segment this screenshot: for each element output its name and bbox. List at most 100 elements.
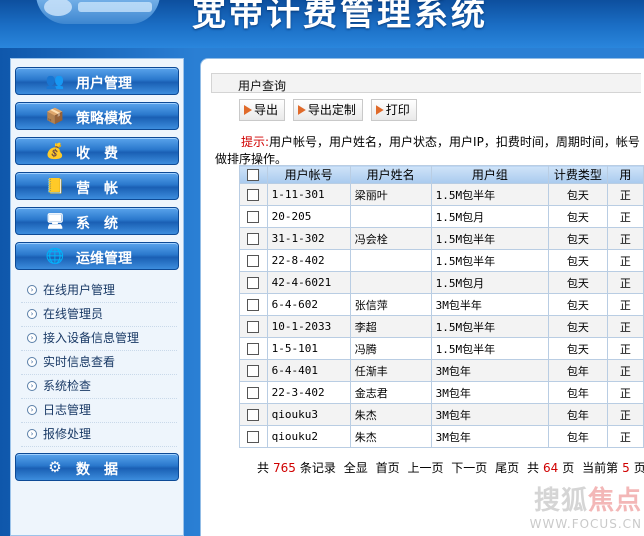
records-suffix: 条记录 bbox=[299, 461, 336, 475]
select-all-checkbox[interactable] bbox=[247, 169, 260, 181]
row-checkbox[interactable] bbox=[247, 387, 260, 399]
cell-account: qiouku2 bbox=[266, 425, 351, 448]
cell-name: 朱杰 bbox=[349, 425, 432, 448]
next-page-link[interactable]: 下一页 bbox=[451, 461, 487, 475]
prev-page-link[interactable]: 上一页 bbox=[407, 461, 443, 475]
select-all-header bbox=[239, 165, 268, 184]
menu-data[interactable]: ⚙ 数 据 bbox=[15, 453, 179, 481]
cell-account: qiouku3 bbox=[266, 403, 351, 426]
cell-billing: 包年 bbox=[548, 359, 608, 382]
menu-label: 营 帐 bbox=[76, 181, 118, 197]
table-row[interactable]: 22-8-402 1.5M包半年 包天正 bbox=[239, 249, 644, 272]
col-group[interactable]: 用户组 bbox=[430, 165, 550, 184]
export-button[interactable]: 导出 bbox=[239, 99, 286, 121]
table-row[interactable]: 1-5-101 冯腾 1.5M包半年 包天正 bbox=[239, 337, 644, 360]
total-pages: 64 bbox=[543, 461, 559, 475]
menu-policy-template[interactable]: 📦 策略模板 bbox=[15, 102, 179, 130]
cell-status: 正 bbox=[606, 337, 644, 360]
cell-group: 1.5M包月 bbox=[430, 205, 550, 228]
main-area: 用户查询 导出 导出定制 打印 提示:用户帐号，用户姓名，用户状态，用户IP，扣… bbox=[196, 48, 644, 536]
table-header-row: 用户帐号 用户姓名 用户组 计费类型 用 bbox=[239, 165, 644, 184]
col-account[interactable]: 用户帐号 bbox=[266, 165, 351, 184]
cell-name: 金志君 bbox=[349, 381, 432, 404]
cell-name: 冯会栓 bbox=[349, 227, 432, 250]
row-checkbox[interactable] bbox=[247, 431, 260, 443]
row-checkbox[interactable] bbox=[247, 189, 260, 201]
col-status[interactable]: 用 bbox=[606, 165, 644, 184]
title-bar: 用户查询 bbox=[211, 73, 641, 93]
table-row[interactable]: 22-3-402 金志君 3M包年 包年正 bbox=[239, 381, 644, 404]
cell-group: 1.5M包半年 bbox=[430, 337, 550, 360]
menu-label: 运维管理 bbox=[76, 251, 132, 267]
row-checkbox[interactable] bbox=[247, 277, 260, 289]
gear-icon: ⚙ bbox=[48, 458, 62, 476]
row-checkbox[interactable] bbox=[247, 321, 260, 333]
system-title: 宽带计费管理系统 bbox=[192, 0, 488, 34]
watermark: 搜狐焦点 WWW.FOCUS.CN bbox=[482, 480, 642, 531]
col-billing-type[interactable]: 计费类型 bbox=[548, 165, 608, 184]
table-row[interactable]: qiouku2 朱杰 3M包年 包年正 bbox=[239, 425, 644, 448]
row-checkbox-cell bbox=[239, 227, 268, 250]
menu-user-management[interactable]: 👥 用户管理 bbox=[15, 67, 179, 95]
table-row[interactable]: 20-205 1.5M包月 包天正 bbox=[239, 205, 644, 228]
submenu-online-users[interactable]: › 在线用户管理 bbox=[21, 279, 177, 303]
last-page-link[interactable]: 尾页 bbox=[495, 461, 519, 475]
row-checkbox[interactable] bbox=[247, 255, 260, 267]
table-row[interactable]: 10-1-2033 李超 1.5M包半年 包天正 bbox=[239, 315, 644, 338]
menu-system[interactable]: 🖥 系 统 bbox=[15, 207, 179, 235]
row-checkbox-cell bbox=[239, 205, 268, 228]
cell-billing: 包年 bbox=[548, 381, 608, 404]
show-all-link[interactable]: 全显 bbox=[344, 461, 368, 475]
export-custom-button[interactable]: 导出定制 bbox=[292, 99, 363, 121]
arrow-bullet-icon: › bbox=[27, 309, 37, 319]
submenu-label: 在线管理员 bbox=[43, 307, 104, 321]
table-row[interactable]: 31-1-302 冯会栓 1.5M包半年 包天正 bbox=[239, 227, 644, 250]
table-row[interactable]: 6-4-401 任渐丰 3M包年 包年正 bbox=[239, 359, 644, 382]
cell-group: 1.5M包月 bbox=[430, 271, 550, 294]
menu-accounting[interactable]: 📒 营 帐 bbox=[15, 172, 179, 200]
table-row[interactable]: 1-11-301 梁丽叶 1.5M包半年 包天正 bbox=[239, 183, 644, 206]
row-checkbox-cell bbox=[239, 271, 268, 294]
table-row[interactable]: qiouku3 朱杰 3M包年 包年正 bbox=[239, 403, 644, 426]
table-row[interactable]: 6-4-602 张信萍 3M包半年 包天正 bbox=[239, 293, 644, 316]
row-checkbox[interactable] bbox=[247, 211, 260, 223]
row-checkbox[interactable] bbox=[247, 299, 260, 311]
submenu-label: 接入设备信息管理 bbox=[43, 331, 140, 345]
ledger-icon: 📒 bbox=[45, 177, 65, 195]
row-checkbox[interactable] bbox=[247, 409, 260, 421]
cell-status: 正 bbox=[606, 381, 644, 404]
submenu-online-admins[interactable]: › 在线管理员 bbox=[21, 303, 177, 327]
submenu-log-management[interactable]: › 日志管理 bbox=[21, 399, 177, 423]
menu-operations[interactable]: 🌐 运维管理 bbox=[15, 242, 179, 270]
cell-name: 朱杰 bbox=[349, 403, 432, 426]
hint-text: 用户帐号，用户姓名，用户状态，用户IP，扣费时间，周期时间，帐号 bbox=[269, 135, 640, 149]
col-name[interactable]: 用户姓名 bbox=[349, 165, 432, 184]
submenu-system-check[interactable]: › 系统检查 bbox=[21, 375, 177, 399]
submenu-repair-handling[interactable]: › 报修处理 bbox=[21, 423, 177, 447]
row-checkbox[interactable] bbox=[247, 365, 260, 377]
submenu-access-devices[interactable]: › 接入设备信息管理 bbox=[21, 327, 177, 351]
globe-icon: 🌐 bbox=[45, 247, 65, 265]
menu-charging[interactable]: 💰 收 费 bbox=[15, 137, 179, 165]
cell-group: 3M包年 bbox=[430, 359, 550, 382]
pagination: 共765条记录 全显 首页 上一页 下一页 尾页 共64页 当前第5页 每 bbox=[257, 459, 644, 476]
submenu-label: 实时信息查看 bbox=[43, 355, 116, 369]
row-checkbox-cell bbox=[239, 425, 268, 448]
submenu-realtime-info[interactable]: › 实时信息查看 bbox=[21, 351, 177, 375]
print-button[interactable]: 打印 bbox=[370, 99, 417, 121]
cell-status: 正 bbox=[606, 205, 644, 228]
table-body: 1-11-301 梁丽叶 1.5M包半年 包天正 20-205 1.5M包月 包天正 31-1… bbox=[239, 183, 644, 448]
cell-name: 梁丽叶 bbox=[349, 183, 432, 206]
watermark-brand-b: 焦点 bbox=[587, 486, 642, 516]
button-label: 导出定制 bbox=[307, 103, 356, 117]
logo-wordmark bbox=[78, 2, 152, 12]
cell-account: 42-4-6021 bbox=[266, 271, 351, 294]
first-page-link[interactable]: 首页 bbox=[376, 461, 400, 475]
row-checkbox-cell bbox=[239, 381, 268, 404]
cell-account: 6-4-401 bbox=[266, 359, 351, 382]
row-checkbox[interactable] bbox=[247, 343, 260, 355]
table-row[interactable]: 42-4-6021 1.5M包月 包天正 bbox=[239, 271, 644, 294]
arrow-bullet-icon: › bbox=[27, 285, 37, 295]
cell-account: 6-4-602 bbox=[266, 293, 351, 316]
row-checkbox[interactable] bbox=[247, 233, 260, 245]
